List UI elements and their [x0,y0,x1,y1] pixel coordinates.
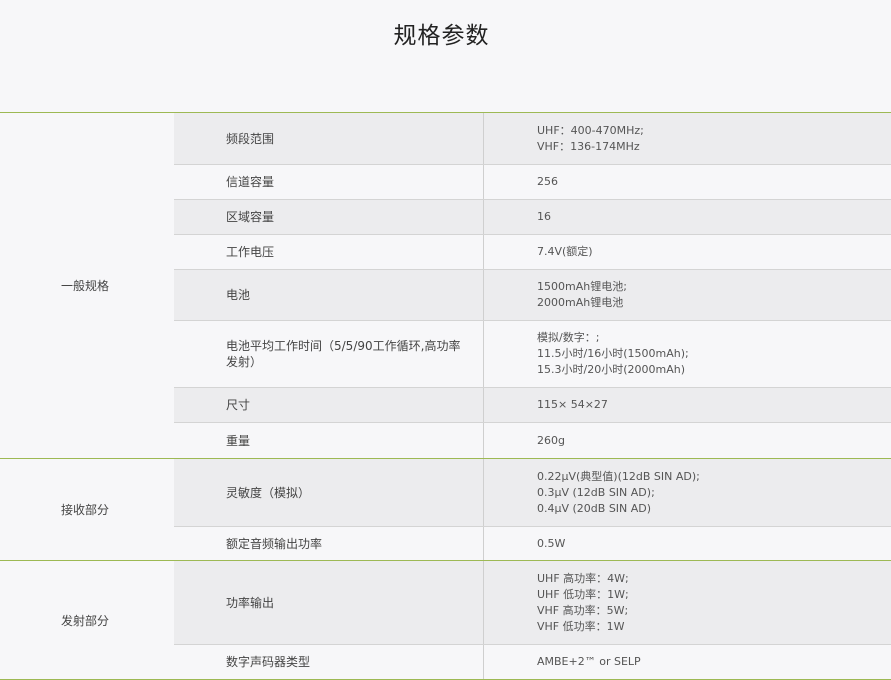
value-line: AMBE+2™ or SELP [537,655,641,668]
spec-value: 115× 54×27 [484,388,891,422]
value-line: 256 [537,175,558,188]
value-line: 模拟/数字：; [537,331,600,344]
value-line: 0.22µV(典型值)(12dB SIN AD); [537,469,700,483]
group-label: 发射部分 [61,613,110,628]
spec-group-transmitter: 发射部分 功率输出 UHF 高功率：4W; UHF 低功率：1W; VHF 高功率：… [0,560,891,680]
spec-row: 信道容量 256 [174,164,891,199]
spec-value: 模拟/数字：; 11.5小时/16小时(1500mAh); 15.3小时/20小时(… [484,321,891,387]
spec-name: 电池平均工作时间（5/5/90工作循环,高功率发射） [174,321,484,387]
value-line: 7.4V(额定) [537,245,593,258]
spec-value: UHF 高功率：4W; UHF 低功率：1W; VHF 高功率：5W; VHF 低功率… [484,561,891,644]
spec-row: 重量 260g [174,422,891,458]
spec-table: 一般规格 频段范围 UHF：400-470MHz; VHF：136-174MHz … [0,112,891,680]
value-line: 15.3小时/20小时(2000mAh) [537,363,685,376]
spec-value: 256 [484,165,891,199]
spec-value: 1500mAh锂电池; 2000mAh锂电池 [484,270,891,320]
spec-value: 260g [484,423,891,458]
spec-name: 重量 [174,423,484,458]
value-line: 0.3µV (12dB SIN AD); [537,485,655,499]
spec-row: 尺寸 115× 54×27 [174,387,891,422]
spec-value: 16 [484,200,891,234]
spec-row: 数字声码器类型 AMBE+2™ or SELP [174,644,891,679]
value-line: 115× 54×27 [537,398,608,411]
value-line: VHF：136-174MHz [537,139,640,153]
group-label: 一般规格 [61,279,110,293]
spec-name: 功率输出 [174,561,484,644]
value-line: 2000mAh锂电池 [537,296,624,309]
spec-name: 电池 [174,270,484,320]
spec-row: 频段范围 UHF：400-470MHz; VHF：136-174MHz [174,113,891,164]
spec-name: 工作电压 [174,235,484,269]
value-line: UHF 低功率：1W; [537,587,629,601]
value-line: UHF 高功率：4W; [537,571,629,585]
spec-value: 7.4V(额定) [484,235,891,269]
spec-value: AMBE+2™ or SELP [484,645,891,679]
value-line: 1500mAh锂电池; [537,280,627,293]
spec-name: 频段范围 [174,113,484,164]
spec-name: 数字声码器类型 [174,645,484,679]
group-label: 接收部分 [61,503,110,517]
spec-value: UHF：400-470MHz; VHF：136-174MHz [484,113,891,164]
spec-name: 信道容量 [174,165,484,199]
value-line: 0.5W [537,536,566,550]
value-line: 260g [537,433,565,447]
value-line: VHF 高功率：5W; [537,603,629,617]
value-line: 0.4µV (20dB SIN AD) [537,501,652,515]
spec-row: 功率输出 UHF 高功率：4W; UHF 低功率：1W; VHF 高功率：5W; VH… [174,561,891,644]
spec-row: 灵敏度（模拟） 0.22µV(典型值)(12dB SIN AD); 0.3µV (… [174,459,891,526]
page-title: 规格参数 [393,23,490,49]
spec-group-general: 一般规格 频段范围 UHF：400-470MHz; VHF：136-174MHz … [0,112,891,458]
spec-row: 区域容量 16 [174,199,891,234]
value-line: VHF 低功率：1W [537,619,625,633]
value-line: 11.5小时/16小时(1500mAh); [537,347,689,360]
spec-name: 灵敏度（模拟） [174,459,484,526]
value-line: 16 [537,210,551,223]
spec-name: 尺寸 [174,388,484,422]
spec-value: 0.5W [484,527,891,560]
spec-row: 额定音频输出功率 0.5W [174,526,891,560]
spec-value: 0.22µV(典型值)(12dB SIN AD); 0.3µV (12dB SIN… [484,459,891,526]
value-line: UHF：400-470MHz; [537,123,644,137]
spec-name: 额定音频输出功率 [174,527,484,560]
spec-row: 电池平均工作时间（5/5/90工作循环,高功率发射） 模拟/数字：; 11.5小时… [174,320,891,387]
spec-row: 工作电压 7.4V(额定) [174,234,891,269]
spec-row: 电池 1500mAh锂电池; 2000mAh锂电池 [174,269,891,320]
spec-group-receiver: 接收部分 灵敏度（模拟） 0.22µV(典型值)(12dB SIN AD); 0.… [0,458,891,560]
spec-name: 区域容量 [174,200,484,234]
